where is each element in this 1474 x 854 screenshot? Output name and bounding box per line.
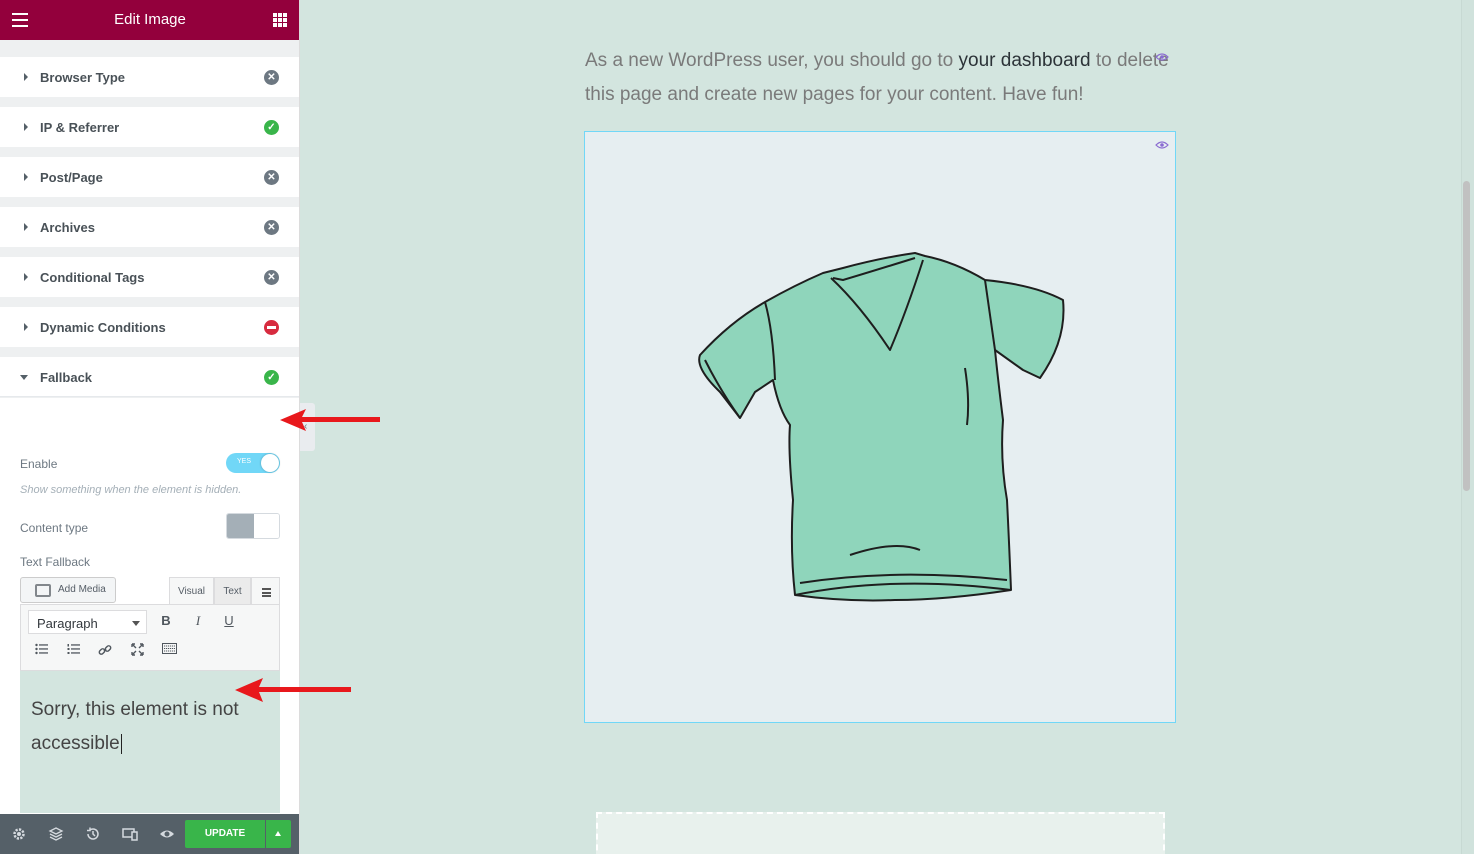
tab-text[interactable]: Text [214,577,251,605]
caret-down-icon [20,375,28,380]
status-disabled-icon: ✕ [264,70,279,85]
panel-title: Edit Image [114,11,186,28]
visibility-eye-icon [1155,53,1169,61]
status-disabled-icon: ✕ [264,270,279,285]
scrollbar-thumb[interactable] [1463,181,1470,491]
section-label: Post/Page [40,170,103,185]
section-browser-type[interactable]: Browser Type ✕ [0,57,299,97]
caret-right-icon [24,323,28,331]
toggle-knob [261,454,279,472]
tshirt-image [698,252,1065,602]
caret-right-icon [24,223,28,231]
visibility-eye-icon [1155,141,1169,149]
enable-toggle[interactable]: YES [226,453,280,473]
enable-description: Show something when the element is hidde… [20,484,242,496]
bold-button[interactable]: B [155,610,177,632]
link-icon[interactable] [94,639,116,661]
italic-button[interactable]: I [187,610,209,632]
section-dynamic-conditions[interactable]: Dynamic Conditions [0,307,299,347]
section-archives[interactable]: Archives ✕ [0,207,299,247]
section-label: Dynamic Conditions [40,320,166,335]
panel-header: Edit Image [0,0,299,40]
apps-grid-icon[interactable] [273,13,287,27]
status-enabled-icon: ✓ [264,370,279,385]
annotation-arrow-icon [235,678,351,702]
section-label: Conditional Tags [40,270,145,285]
caret-right-icon [24,173,28,181]
status-enabled-icon: ✓ [264,120,279,135]
update-options-button[interactable] [266,820,291,848]
page-text-paragraph: As a new WordPress user, you should go t… [585,44,1185,112]
paragraph-text: As a new WordPress user, you should go t… [585,50,959,71]
image-widget[interactable] [584,131,1176,723]
fallback-controls: Enable YES Show something when the eleme… [0,398,299,813]
section-label: IP & Referrer [40,120,120,135]
toggle-yes-text: YES [237,458,252,465]
update-button[interactable]: UPDATE [185,820,265,848]
add-media-button[interactable]: Add Media [20,577,116,603]
responsive-mode-icon[interactable] [122,826,138,842]
enable-label: Enable [20,457,58,471]
bulleted-list-icon[interactable] [30,639,52,661]
section-label: Archives [40,220,95,235]
section-ip-referrer[interactable]: IP & Referrer ✓ [0,107,299,147]
panel-footer: UPDATE [0,814,299,854]
content-type-option-template[interactable] [254,514,279,538]
caret-right-icon [24,73,28,81]
status-disabled-icon: ✕ [264,220,279,235]
format-select[interactable]: Paragraph [28,610,147,634]
section-conditional-tags[interactable]: Conditional Tags ✕ [0,257,299,297]
toolbar-toggle-icon [262,588,271,597]
section-post-page[interactable]: Post/Page ✕ [0,157,299,197]
status-disabled-icon: ✕ [264,170,279,185]
fullscreen-icon[interactable] [126,639,148,661]
editor-panel: Edit Image Browser Type ✕ IP & Referrer … [0,0,300,854]
content-type-label: Content type [20,521,89,535]
chevron-down-icon [132,621,140,626]
dashboard-link[interactable]: your dashboard [959,50,1091,71]
section-label: Fallback [40,370,93,385]
content-type-option-text[interactable] [227,514,254,538]
content-type-switcher[interactable] [226,513,280,539]
annotation-arrow-icon [280,409,380,431]
add-section-dropzone[interactable] [596,812,1165,854]
section-fallback[interactable]: Fallback ✓ [0,357,299,397]
preview-eye-icon[interactable] [159,826,175,842]
numbered-list-icon[interactable] [62,639,84,661]
keyboard-icon[interactable] [158,639,180,661]
toolbar-toggle-button[interactable] [251,577,280,605]
settings-gear-icon[interactable] [11,826,27,842]
media-icon [35,584,51,597]
caret-right-icon [24,273,28,281]
status-blocked-icon [264,320,279,335]
editor-toolbar: Paragraph B I U [20,604,280,671]
caret-right-icon [24,123,28,131]
caret-up-icon [275,831,281,836]
text-fallback-label: Text Fallback [20,555,91,569]
history-icon[interactable] [85,826,101,842]
navigator-layers-icon[interactable] [48,826,64,842]
editor-text-value: Sorry, this element is not accessible [31,699,239,754]
section-label: Browser Type [40,70,126,85]
tab-visual[interactable]: Visual [169,577,214,605]
format-select-value: Paragraph [37,616,98,631]
add-media-label: Add Media [58,584,106,595]
underline-button[interactable]: U [218,610,240,632]
text-cursor [120,733,122,754]
